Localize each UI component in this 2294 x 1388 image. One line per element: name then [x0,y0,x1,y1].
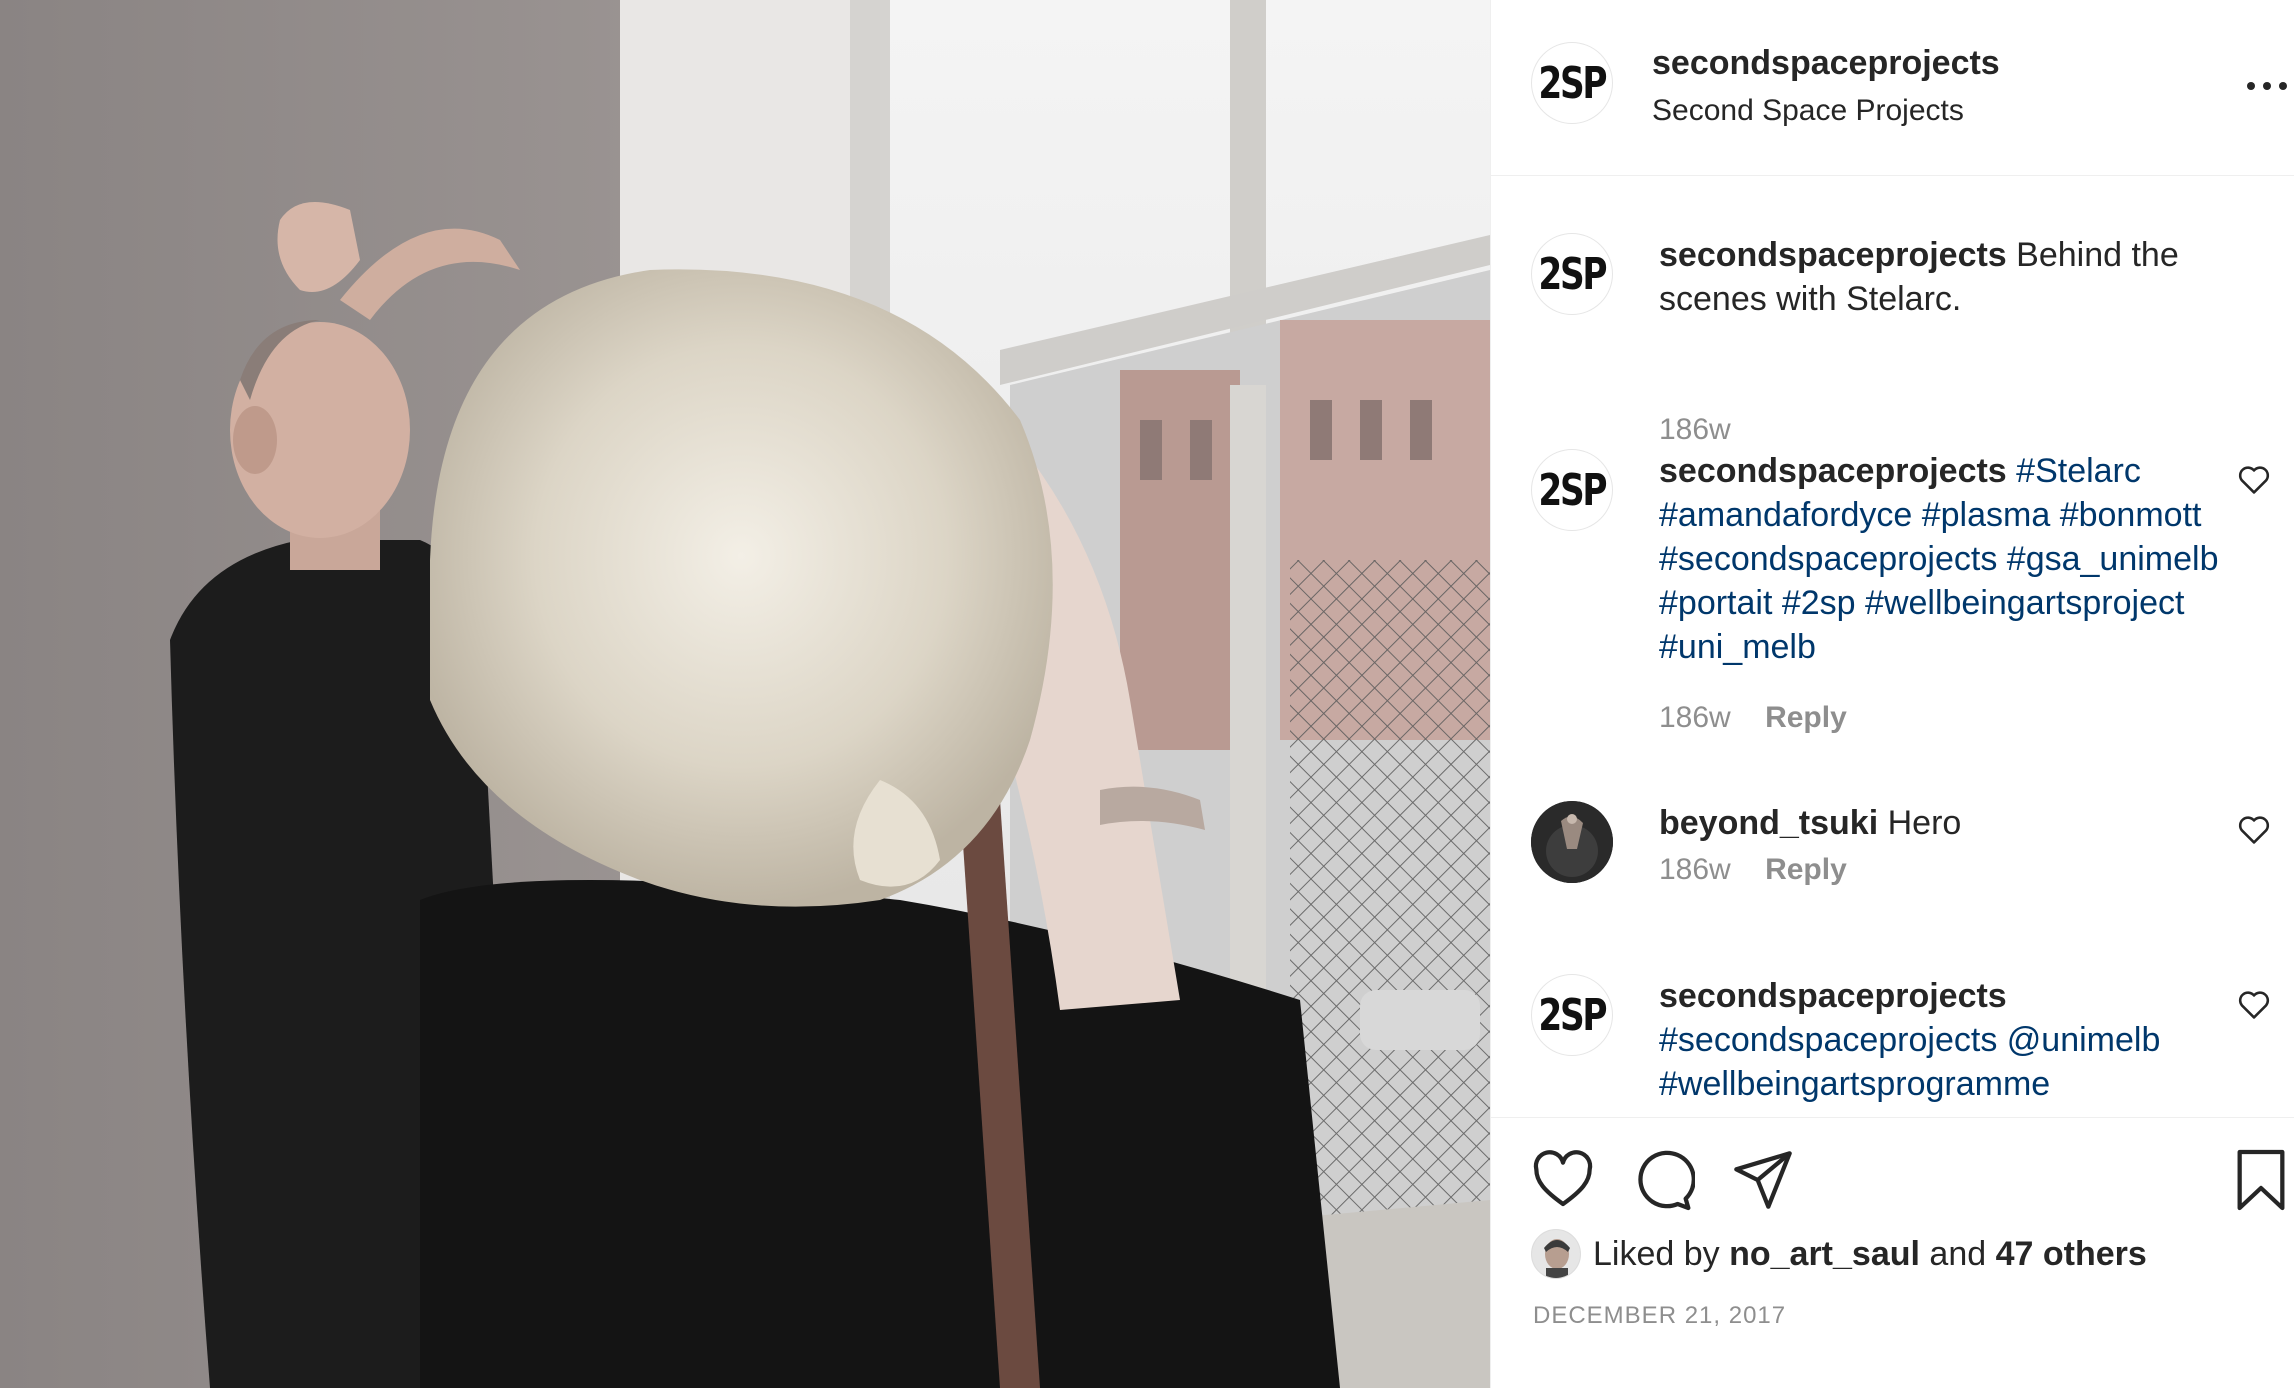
likes-joiner: and [1929,1234,1987,1273]
comment-username[interactable]: secondspaceprojects [1659,977,2007,1015]
comment-avatar[interactable]: 2SP [1531,449,1613,531]
profile-avatar[interactable]: 2SP [1531,42,1613,124]
hashtag[interactable]: #portait [1659,584,1772,622]
comment-meta: 186w Reply [1659,701,1847,735]
user-avatar-image [1531,801,1613,883]
hashtag[interactable]: #Stelarc [2016,452,2141,490]
hashtag[interactable]: #uni_melb [1659,628,1816,666]
hashtag[interactable]: #secondspaceprojects [1659,540,1997,578]
comment-age[interactable]: 186w [1659,413,1731,446]
post-sidebar: 2SP secondspaceprojects Second Space Pro… [1490,0,2294,1388]
hashtag[interactable]: #2sp [1782,584,1856,622]
post-date[interactable]: DECEMBER 21, 2017 [1533,1302,1786,1330]
hashtag[interactable]: #secondspaceprojects [1659,1021,1997,1059]
hashtag[interactable]: #wellbeingartsprogramme [1659,1065,2050,1103]
comment-text: secondspaceprojects #Stelarc #amandaford… [1659,449,2219,669]
comment-meta: 186w [1659,413,1731,447]
comment-meta: 186w Reply [1659,853,1847,887]
comment-avatar[interactable]: 2SP [1531,974,1613,1056]
comment-username[interactable]: secondspaceprojects [1659,452,2007,490]
post-header: 2SP secondspaceprojects Second Space Pro… [1491,0,2294,176]
header-display-name: Second Space Projects [1652,94,1964,127]
bookmark-icon[interactable] [2231,1148,2291,1212]
likes-summary: Liked by no_art_saul and 47 others [1531,1228,2147,1280]
avatar-text: 2SP [1538,464,1608,516]
likes-prefix: Liked by [1593,1234,1720,1273]
comment-username[interactable]: beyond_tsuki [1659,804,1878,842]
reply-button[interactable]: Reply [1765,853,1847,886]
comment-age[interactable]: 186w [1659,853,1731,886]
heart-outline-icon[interactable] [1531,1148,1595,1212]
caption-text: secondspaceprojects Behind the scenes wi… [1659,233,2219,321]
hashtag[interactable]: #bonmott [2060,496,2202,534]
hashtag[interactable]: #plasma [1922,496,2051,534]
comment-text: secondspaceprojects #secondspaceprojects… [1659,974,2219,1106]
avatar-text: 2SP [1538,57,1608,109]
comments-list[interactable]: 2SP secondspaceprojects Behind the scene… [1491,177,2294,1117]
comment-like-heart-icon[interactable] [2237,813,2271,845]
comment-age[interactable]: 186w [1659,701,1731,734]
likes-others-link[interactable]: 47 others [1996,1235,2147,1274]
post-image [0,0,1490,1388]
comment-avatar[interactable] [1531,801,1613,883]
speech-bubble-icon[interactable] [1631,1148,1695,1212]
hashtag[interactable]: @unimelb [2007,1021,2161,1059]
comment-like-heart-icon[interactable] [2237,463,2271,495]
liker-avatar[interactable] [1531,1229,1581,1279]
comment-like-heart-icon[interactable] [2237,988,2271,1020]
post-photo[interactable] [0,0,1490,1388]
hashtag[interactable]: #wellbeingartsproject [1865,584,2184,622]
more-options-icon[interactable] [2247,76,2287,96]
header-username[interactable]: secondspaceprojects [1652,44,2000,83]
comment-username[interactable]: secondspaceprojects [1659,236,2007,274]
comment-avatar[interactable]: 2SP [1531,233,1613,315]
reply-button[interactable]: Reply [1765,701,1847,734]
hashtag[interactable]: #gsa_unimelb [2007,540,2219,578]
hashtag[interactable]: #amandafordyce [1659,496,1912,534]
avatar-text: 2SP [1538,248,1608,300]
avatar-text: 2SP [1538,989,1608,1041]
comment-body: Hero [1887,804,1962,842]
comment-text: beyond_tsuki Hero [1659,801,2219,845]
liker-username[interactable]: no_art_saul [1729,1235,1920,1274]
paper-plane-icon[interactable] [1731,1148,1795,1212]
post-actions: Liked by no_art_saul and 47 others DECEM… [1491,1117,2294,1388]
liker-avatar-image [1532,1230,1580,1278]
